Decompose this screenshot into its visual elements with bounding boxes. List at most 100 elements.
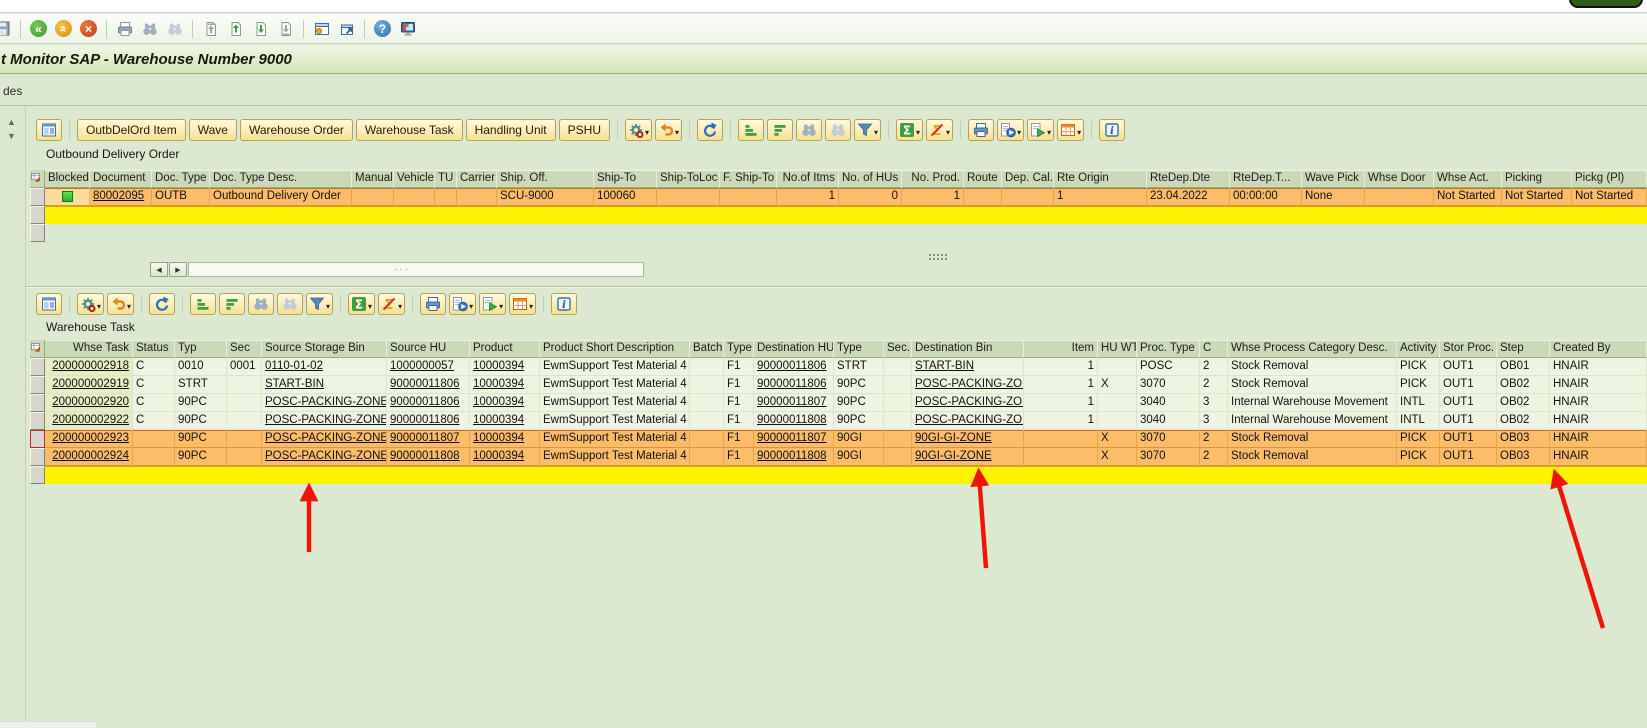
col-whse-door[interactable]: Whse Door: [1365, 170, 1434, 188]
col-source-storage-bin[interactable]: Source Storage Bin: [262, 340, 387, 358]
col-product[interactable]: Product: [470, 340, 540, 358]
col-rtedep-t[interactable]: RteDep.T...: [1230, 170, 1302, 188]
warehouse-task-button[interactable]: Warehouse Task: [355, 119, 463, 141]
col-vehicle[interactable]: Vehicle: [394, 170, 435, 188]
info-icon[interactable]: i: [551, 293, 578, 315]
col-created-by[interactable]: Created By: [1550, 340, 1647, 358]
link-destination-bin[interactable]: POSC-PACKING-ZONE: [915, 396, 1023, 408]
col-ship-to[interactable]: Ship-To: [594, 170, 657, 188]
scrollbar-grip[interactable]: ···: [394, 264, 410, 274]
col-typ[interactable]: Typ: [175, 340, 227, 358]
pane-splitter-grip[interactable]: [928, 253, 948, 261]
link-destination-hu[interactable]: 90000011807: [757, 432, 827, 444]
scroll-right-icon[interactable]: ▶: [169, 262, 187, 277]
col-proc-type[interactable]: Proc. Type: [1137, 340, 1200, 358]
last-page-icon[interactable]: [274, 17, 297, 40]
col-status[interactable]: Status: [133, 340, 175, 358]
col-destination-hu[interactable]: Destination HU: [754, 340, 834, 358]
col-doc-type-desc[interactable]: Doc. Type Desc.: [210, 170, 352, 188]
new-session-icon[interactable]: [310, 17, 333, 40]
link-whse-task[interactable]: 200000002923: [52, 432, 129, 444]
link-whse-task[interactable]: 200000002919: [52, 378, 129, 390]
col-no-of-itms[interactable]: No.of Itms: [777, 170, 839, 188]
row-selector[interactable]: [30, 466, 45, 484]
col-destination-bin[interactable]: Destination Bin: [912, 340, 1024, 358]
col-tu[interactable]: TU: [435, 170, 457, 188]
save-icon[interactable]: [0, 17, 14, 40]
col-blocked[interactable]: Blocked: [45, 170, 90, 188]
link-whse-task[interactable]: 200000002922: [52, 414, 129, 426]
sum-icon[interactable]: Σ ▾: [896, 119, 924, 141]
row-selector[interactable]: [30, 188, 45, 206]
col-sec[interactable]: Sec: [227, 340, 262, 358]
select-all-button[interactable]: [30, 340, 45, 358]
outbdelord-item-button[interactable]: OutbDelOrd Item: [77, 119, 186, 141]
back-icon[interactable]: «: [27, 17, 50, 40]
link-destination-bin[interactable]: POSC-PACKING-ZONE: [915, 378, 1023, 390]
link-destination-bin[interactable]: POSC-PACKING-ZONE: [915, 414, 1023, 426]
link-destination-hu[interactable]: 90000011806: [757, 360, 827, 372]
sort-asc-icon[interactable]: [738, 119, 765, 141]
scroll-down-icon[interactable]: ▼: [7, 132, 16, 141]
exit-icon[interactable]: «: [52, 17, 75, 40]
link-product[interactable]: 10000394: [473, 450, 524, 462]
scroll-left-icon[interactable]: ◀: [150, 262, 168, 277]
link-source-hu[interactable]: 90000011807: [390, 432, 460, 444]
link-source-storage-bin[interactable]: POSC-PACKING-ZONE: [265, 432, 386, 444]
col-source-hu[interactable]: Source HU: [387, 340, 470, 358]
find-icon[interactable]: [248, 293, 275, 315]
col-c[interactable]: C: [1200, 340, 1228, 358]
col-whse-task[interactable]: Whse Task: [45, 340, 133, 358]
print-grid-icon[interactable]: [420, 293, 447, 315]
col-rtedep-dte[interactable]: RteDep.Dte: [1147, 170, 1230, 188]
link-source-hu[interactable]: 90000011808: [390, 450, 460, 462]
row-selector[interactable]: [30, 376, 45, 394]
col-product-short-description[interactable]: Product Short Description: [540, 340, 690, 358]
col-batch[interactable]: Batch: [690, 340, 724, 358]
col-route[interactable]: Route: [964, 170, 1002, 188]
col-ship-off[interactable]: Ship. Off.: [497, 170, 594, 188]
link-source-storage-bin[interactable]: POSC-PACKING-ZONE: [265, 414, 386, 426]
views-icon[interactable]: ▾: [509, 293, 537, 315]
col-document[interactable]: Document: [90, 170, 152, 188]
col-no-prod[interactable]: No. Prod.: [902, 170, 964, 188]
link-source-hu[interactable]: 90000011806: [390, 414, 460, 426]
sum-icon[interactable]: Σ ▾: [348, 293, 376, 315]
link-source-storage-bin[interactable]: 0110-01-02: [265, 360, 323, 372]
find-icon[interactable]: [138, 17, 161, 40]
col-doc-type[interactable]: Doc. Type: [152, 170, 210, 188]
warehouse-order-button[interactable]: Warehouse Order: [239, 119, 353, 141]
link-source-hu[interactable]: 1000000057: [390, 360, 454, 372]
link-destination-bin[interactable]: 90GI-GI-ZONE: [915, 450, 992, 462]
link-product[interactable]: 10000394: [473, 432, 524, 444]
row-selector[interactable]: [30, 430, 45, 448]
pshu-button[interactable]: PSHU: [558, 119, 610, 141]
link-source-storage-bin[interactable]: START-BIN: [265, 378, 324, 390]
col-activity[interactable]: Activity: [1397, 340, 1440, 358]
detail-icon[interactable]: [36, 119, 62, 141]
cancel-icon[interactable]: ×: [77, 17, 100, 40]
col-carrier[interactable]: Carrier: [457, 170, 497, 188]
link-product[interactable]: 10000394: [473, 378, 524, 390]
link-destination-hu[interactable]: 90000011808: [757, 450, 827, 462]
col-ship-toloc[interactable]: Ship-ToLoc: [657, 170, 720, 188]
detail-icon[interactable]: [36, 293, 62, 315]
sort-desc-icon[interactable]: [767, 119, 794, 141]
row-selector[interactable]: [30, 224, 45, 242]
export-file-icon[interactable]: ▾: [479, 293, 507, 315]
col-picking[interactable]: Picking: [1502, 170, 1572, 188]
row-selector[interactable]: [30, 394, 45, 412]
col-type[interactable]: Type: [724, 340, 754, 358]
col-wave-pick[interactable]: Wave Pick: [1302, 170, 1365, 188]
col-hu-wt[interactable]: HU WT: [1098, 340, 1137, 358]
link-destination-hu[interactable]: 90000011806: [757, 378, 827, 390]
handling-unit-button[interactable]: Handling Unit: [465, 119, 556, 141]
row-selector[interactable]: [30, 448, 45, 466]
subtotal-icon[interactable]: Σ▾: [378, 293, 406, 315]
info-icon[interactable]: i: [1099, 119, 1126, 141]
find-icon[interactable]: [796, 119, 823, 141]
col-rte-origin[interactable]: Rte Origin: [1054, 170, 1147, 188]
link-destination-bin[interactable]: START-BIN: [915, 360, 974, 372]
find-next-icon[interactable]: [163, 17, 186, 40]
link-document[interactable]: 80002095: [93, 190, 144, 202]
